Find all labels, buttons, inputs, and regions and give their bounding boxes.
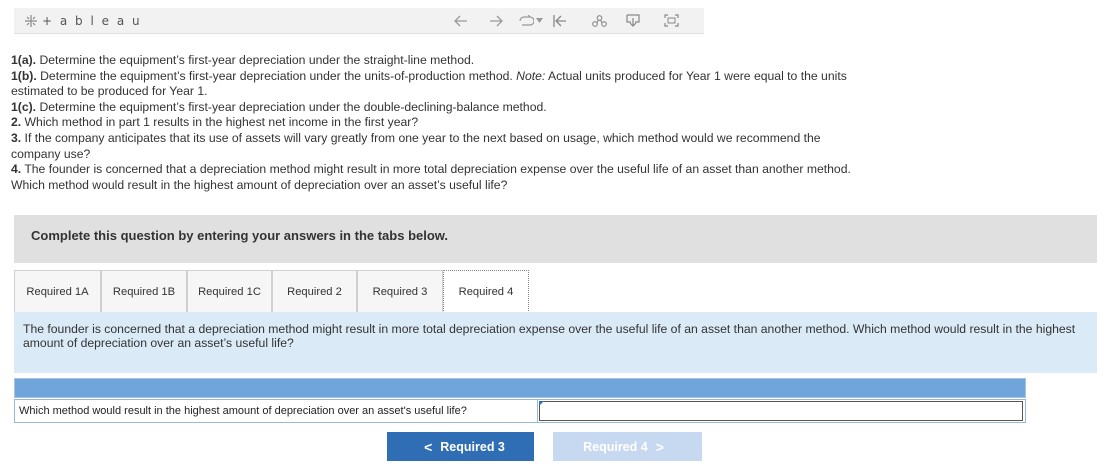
tab-required-4[interactable]: Required 4 <box>443 270 529 313</box>
input-corner-marker-icon <box>539 401 544 406</box>
tableau-toolbar: + a b l e a u <box>14 8 704 34</box>
instruction-text: Complete this question by entering your … <box>31 228 449 243</box>
dropdown-caret-icon[interactable] <box>536 12 543 29</box>
question-label: 1(b). <box>11 68 37 83</box>
answer-question-label: Which method would result in the highest… <box>19 405 467 417</box>
question-label: 1(a). <box>11 53 37 67</box>
tab-content-question: The founder is concerned that a deprecia… <box>23 322 1076 350</box>
question-body: Determine the equipment’s first-year dep… <box>36 68 517 83</box>
answer-input[interactable] <box>539 401 1023 421</box>
question-text: 1(a). Determine the equipment’s first-ye… <box>11 53 861 193</box>
cell-divider <box>537 400 538 422</box>
tab-required-1b[interactable]: Required 1B <box>101 270 187 312</box>
question-1c: 1(c). Determine the equipment’s first-ye… <box>11 100 861 116</box>
tab-required-2[interactable]: Required 2 <box>272 270 357 312</box>
question-1b: 1(b). Determine the equipment’s first-ye… <box>11 69 861 100</box>
question-1a: 1(a). Determine the equipment’s first-ye… <box>11 53 861 69</box>
revert-icon[interactable] <box>518 12 534 29</box>
previous-required-button[interactable]: < Required 3 <box>387 432 534 461</box>
question-label: 4. <box>11 162 22 177</box>
tableau-wordmark: + a b l e a u <box>42 14 142 28</box>
tab-required-1a[interactable]: Required 1A <box>14 270 101 312</box>
tableau-logo-icon <box>24 14 38 28</box>
instruction-panel: Complete this question by entering your … <box>14 215 1097 263</box>
next-button-label: Required 4 <box>583 439 648 454</box>
question-label: 1(c). <box>11 99 37 114</box>
question-body: The founder is concerned that a deprecia… <box>11 162 851 192</box>
question-label: 2. <box>11 115 22 130</box>
question-2: 2. Which method in part 1 results in the… <box>11 115 861 131</box>
chevron-left-icon: < <box>424 438 433 455</box>
reset-to-start-icon[interactable] <box>553 12 567 29</box>
question-body: Which method in part 1 results in the hi… <box>21 115 419 130</box>
tab-required-3[interactable]: Required 3 <box>357 270 443 312</box>
previous-button-label: Required 3 <box>440 439 505 454</box>
tab-content-panel: The founder is concerned that a deprecia… <box>14 312 1097 373</box>
question-label: 3. <box>11 130 22 145</box>
note-label: Note: <box>516 68 546 83</box>
tab-required-1c[interactable]: Required 1C <box>187 270 272 312</box>
question-body: Determine the equipment’s first-year dep… <box>36 53 475 67</box>
fullscreen-icon[interactable] <box>664 12 679 29</box>
question-3: 3. If the company anticipates that its u… <box>11 131 861 162</box>
answer-table-row: Which method would result in the highest… <box>14 399 1026 423</box>
question-4: 4. The founder is concerned that a depre… <box>11 162 861 193</box>
back-arrow-icon[interactable] <box>454 12 468 29</box>
chevron-right-icon: > <box>655 438 664 455</box>
download-icon[interactable] <box>626 12 640 29</box>
answer-table-header <box>14 378 1026 398</box>
question-body: Determine the equipment’s first-year dep… <box>36 99 547 114</box>
question-body: If the company anticipates that its use … <box>11 130 821 161</box>
tableau-logo: + a b l e a u <box>24 13 142 29</box>
next-required-button[interactable]: Required 4 > <box>553 432 702 461</box>
forward-arrow-icon[interactable] <box>489 12 503 29</box>
share-icon[interactable] <box>592 12 607 29</box>
